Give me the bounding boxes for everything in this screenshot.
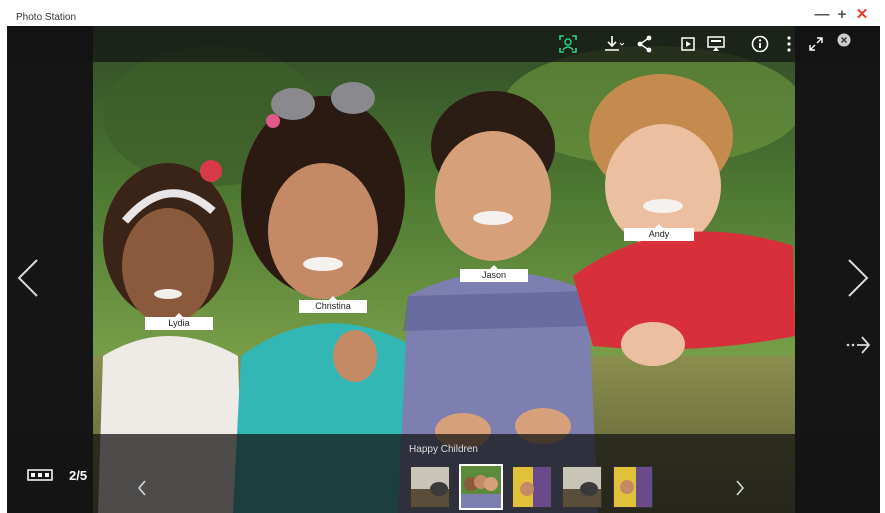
next-photo-button[interactable] <box>845 258 871 298</box>
thumbnail-2[interactable] <box>459 464 503 510</box>
more-icon[interactable] <box>779 34 799 54</box>
window-title: Photo Station <box>16 12 77 23</box>
download-icon[interactable] <box>604 34 624 54</box>
thumbnail-1[interactable] <box>410 466 450 508</box>
share-icon[interactable] <box>635 34 655 54</box>
photo-counter: 2/5 <box>69 468 88 483</box>
previous-photo-button[interactable] <box>15 258 41 298</box>
photo-viewer: Lydia Christina Jason Andy Happy Childre… <box>7 26 880 513</box>
face-tag-christina[interactable]: Christina <box>299 296 367 313</box>
maximize-button[interactable]: + <box>835 7 849 22</box>
close-viewer-icon[interactable] <box>834 30 854 50</box>
close-button[interactable]: ✕ <box>855 7 869 22</box>
dotted-arrow-right-icon <box>846 336 871 354</box>
cast-icon[interactable] <box>706 34 726 54</box>
chevron-right-icon <box>736 480 745 496</box>
face-tag-jason[interactable]: Jason <box>460 265 528 282</box>
face-tag-andy[interactable]: Andy <box>624 224 694 241</box>
title-bar: Photo Station — + ✕ <box>0 0 885 26</box>
grid-view-icon[interactable] <box>27 468 53 481</box>
chevron-left-icon <box>17 259 38 297</box>
filmstrip-bar: Happy Children 2/5 <box>7 434 880 513</box>
slideshow-icon[interactable] <box>678 34 698 54</box>
thumbnail-5[interactable] <box>613 466 653 508</box>
face-tag-lydia[interactable]: Lydia <box>145 313 213 330</box>
thumbnails-next-button[interactable] <box>733 478 747 498</box>
thumbnail-4[interactable] <box>562 466 602 508</box>
album-title: Happy Children <box>409 444 478 455</box>
viewer-toolbar <box>7 26 880 62</box>
minimize-button[interactable]: — <box>815 7 830 22</box>
info-icon[interactable] <box>750 34 770 54</box>
face-recognition-icon[interactable] <box>558 34 578 54</box>
chevron-left-icon <box>137 480 146 496</box>
fullscreen-icon[interactable] <box>806 34 826 54</box>
thumbnails-prev-button[interactable] <box>135 478 149 498</box>
next-album-button[interactable] <box>845 333 871 357</box>
chevron-right-icon <box>848 259 869 297</box>
thumbnail-3[interactable] <box>512 466 552 508</box>
